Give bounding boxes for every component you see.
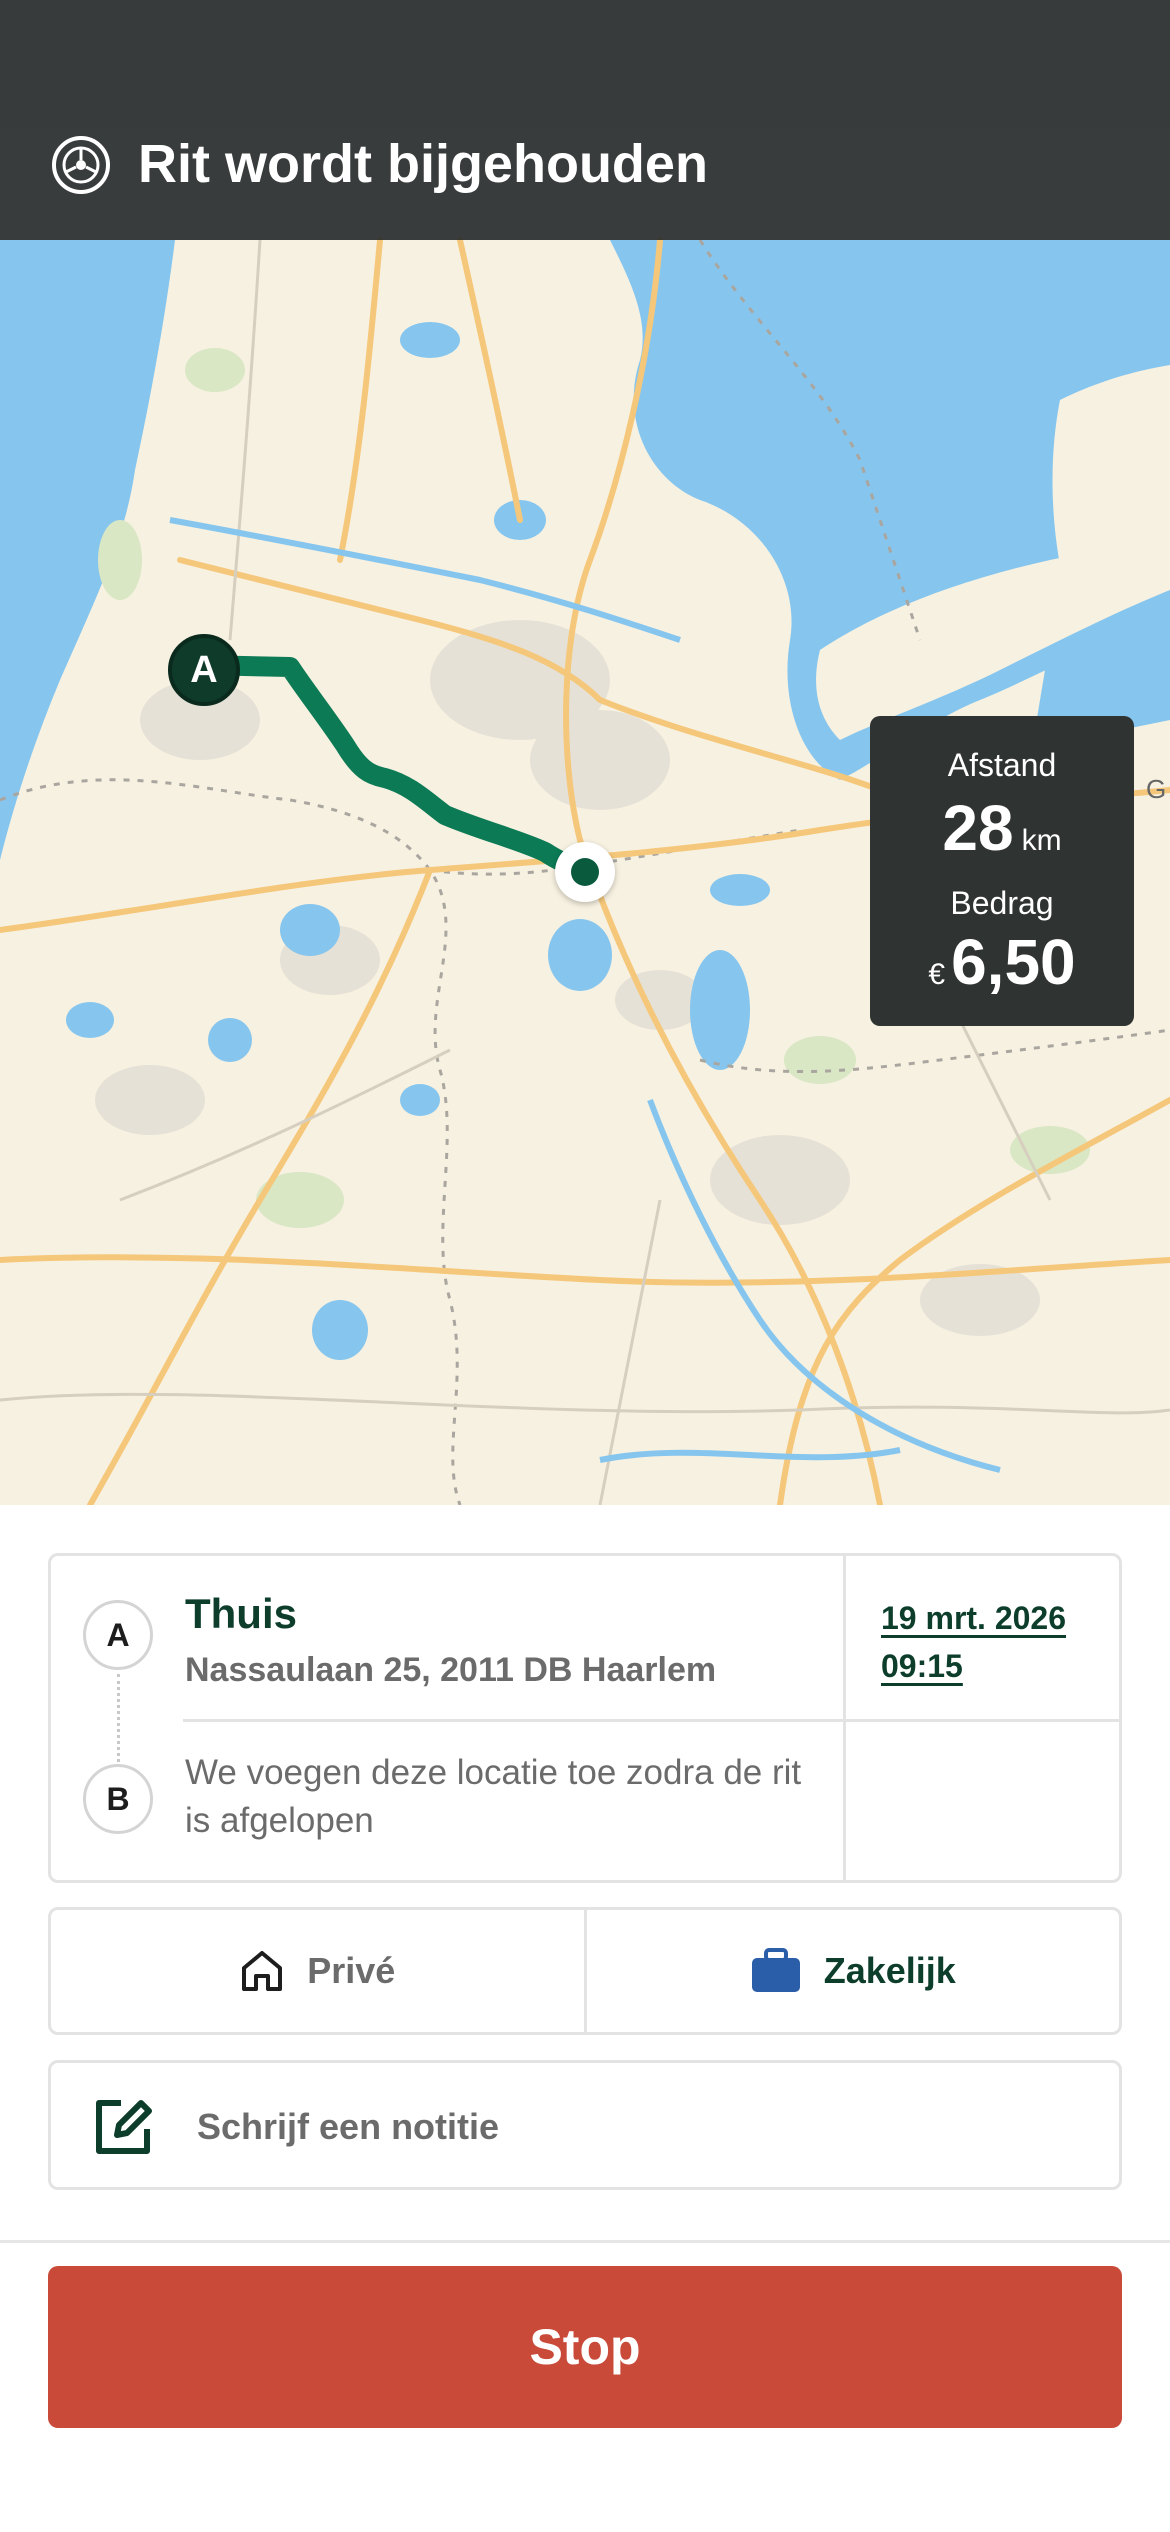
category-prive-button[interactable]: Privé — [51, 1910, 584, 2032]
amount-value: 6,50 — [951, 926, 1076, 998]
distance-label: Afstand — [947, 747, 1057, 783]
category-zakelijk-label: Zakelijk — [823, 1950, 956, 1991]
amount-currency: € — [928, 958, 946, 991]
end-point-badge: B — [83, 1764, 153, 1834]
current-location-dot — [571, 858, 599, 886]
start-date[interactable]: 19 mrt. 2026 — [881, 1594, 1066, 1642]
stop-trip-button[interactable]: Stop — [48, 2266, 1122, 2428]
note-placeholder[interactable]: Schrijf een notitie — [197, 2103, 499, 2151]
amount-readout: € 6,50 — [870, 922, 1134, 1002]
map-edge-label: G — [1146, 774, 1167, 804]
category-zakelijk-button[interactable]: Zakelijk — [583, 1910, 1120, 2032]
category-prive-label: Privé — [307, 1950, 396, 1991]
note-field[interactable]: Schrijf een notitie — [48, 2060, 1122, 2190]
trip-stats-card: Afstand 28 km Bedrag € 6,50 — [870, 716, 1134, 1026]
page-title: Rit wordt bijgehouden — [138, 134, 708, 194]
tracking-header: Rit wordt bijgehouden — [0, 0, 1170, 240]
trip-details-card: A B Thuis Nassaulaan 25, 2011 DB Haarlem… — [48, 1553, 1122, 1883]
trip-divider-vertical — [843, 1556, 846, 1880]
amount-label: Bedrag — [950, 885, 1054, 921]
start-location-address[interactable]: Nassaulaan 25, 2011 DB Haarlem — [185, 1648, 716, 1692]
distance-value: 28 — [942, 792, 1014, 864]
route-start-marker[interactable]: A — [168, 634, 240, 706]
end-location-pending-text: We voegen deze locatie toe zodra de rit … — [185, 1753, 802, 1840]
action-separator — [0, 2240, 1170, 2243]
trip-divider-horizontal — [183, 1719, 1122, 1722]
start-location-name[interactable]: Thuis — [185, 1588, 297, 1640]
trip-tracking-screen: A G Afstand 28 km Bedrag € 6,50 Rit word… — [0, 0, 1170, 2532]
start-point-badge: A — [83, 1600, 153, 1670]
route-connector-line — [117, 1674, 120, 1762]
distance-unit: km — [1021, 824, 1062, 857]
home-icon — [242, 1951, 283, 1991]
steering-wheel-icon — [52, 136, 110, 194]
start-time[interactable]: 09:15 — [881, 1642, 1066, 1690]
edit-icon — [96, 2100, 152, 2154]
distance-readout: 28 km — [870, 788, 1134, 868]
briefcase-icon — [751, 1948, 800, 1992]
current-location-marker — [555, 842, 615, 902]
start-datetime-link[interactable]: 19 mrt. 2026 09:15 — [881, 1594, 1066, 1690]
trip-category-toggle: Privé Zakelijk — [48, 1907, 1122, 2035]
